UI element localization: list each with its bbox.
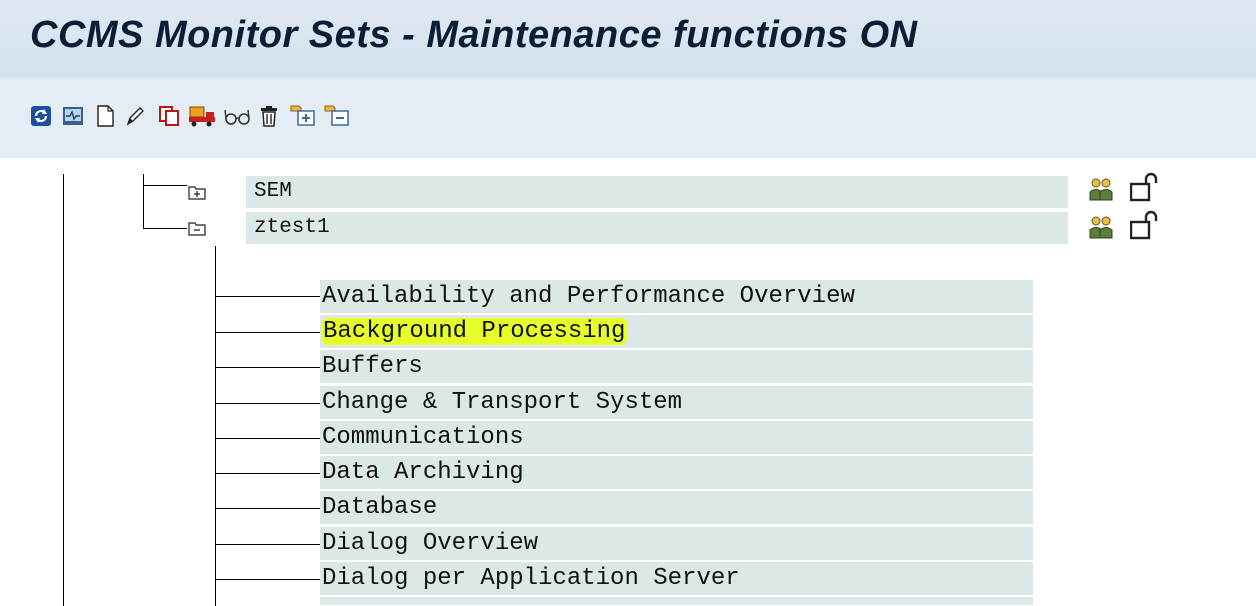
unlocked-padlock-icon[interactable]	[1129, 172, 1158, 207]
tree-item[interactable]: Database	[320, 491, 1033, 525]
users-icon[interactable]	[1088, 176, 1114, 207]
tree-item-label[interactable]: Buffers	[322, 353, 423, 380]
tree-connector-line	[215, 473, 320, 474]
expand-all-icon[interactable]	[290, 105, 316, 127]
folder-open-icon[interactable]	[188, 220, 206, 236]
tree-item-label[interactable]: Dialog per Application Server	[322, 565, 740, 592]
tree-connector-line	[215, 246, 216, 606]
tree-connector-line	[215, 438, 320, 439]
tree-connector-line	[143, 185, 187, 186]
tree-item-partial[interactable]	[320, 597, 1033, 606]
tree-connector-line	[215, 367, 320, 368]
tree-connector-line	[215, 403, 320, 404]
users-icon[interactable]	[1088, 214, 1114, 245]
tree-item-label[interactable]: Data Archiving	[322, 459, 524, 486]
page-title: CCMS Monitor Sets - Maintenance function…	[30, 14, 918, 56]
tree-item[interactable]: Dialog per Application Server	[320, 562, 1033, 596]
tree-connector-line	[215, 296, 320, 297]
tree-item[interactable]: Availability and Performance Overview	[320, 280, 1033, 314]
tree-item-label[interactable]: Database	[322, 494, 437, 521]
tree-item-label[interactable]: Change & Transport System	[322, 389, 682, 416]
trash-icon[interactable]	[258, 105, 280, 127]
tree-connector-line	[215, 332, 320, 333]
transport-truck-icon[interactable]	[188, 105, 216, 127]
tree-connector-line	[143, 174, 144, 229]
tree-connector-line	[215, 544, 320, 545]
tree-item-label[interactable]: Availability and Performance Overview	[322, 283, 855, 310]
folder-closed-icon[interactable]	[188, 184, 206, 200]
glasses-icon[interactable]	[223, 105, 251, 127]
tree-item[interactable]: Change & Transport System	[320, 386, 1033, 420]
new-document-icon[interactable]	[94, 105, 116, 127]
collapse-all-icon[interactable]	[324, 105, 350, 127]
refresh-icon[interactable]	[30, 105, 52, 127]
tree-node-ztest1[interactable]: ztest1	[188, 212, 1068, 244]
tree-item[interactable]: Communications	[320, 421, 1033, 455]
tree-connector-line	[63, 174, 64, 606]
tree-node-label[interactable]: SEM	[246, 176, 1068, 208]
toolbar	[0, 78, 1256, 159]
tree-connector-line	[143, 228, 187, 229]
monitor-tree: SEM ztest1 Availability and Performance …	[0, 158, 1256, 606]
monitor-icon[interactable]	[62, 105, 84, 127]
tree-item-label[interactable]: Background Processing	[322, 318, 628, 345]
tree-connector-line	[215, 508, 320, 509]
tree-item[interactable]: Buffers	[320, 350, 1033, 384]
unlocked-padlock-icon[interactable]	[1129, 210, 1158, 245]
copy-icon[interactable]	[158, 105, 180, 127]
tree-item[interactable]: Data Archiving	[320, 456, 1033, 490]
tree-item-label[interactable]: Communications	[322, 424, 524, 451]
tree-node-label[interactable]: ztest1	[246, 212, 1068, 244]
tree-node-sem[interactable]: SEM	[188, 176, 1068, 208]
tree-item[interactable]: Dialog Overview	[320, 527, 1033, 561]
title-bar: CCMS Monitor Sets - Maintenance function…	[0, 0, 1256, 78]
tree-item-highlighted[interactable]: Background Processing	[320, 315, 1033, 349]
pencil-icon[interactable]	[124, 105, 146, 127]
tree-item-label[interactable]: Dialog Overview	[322, 530, 538, 557]
tree-connector-line	[215, 579, 320, 580]
